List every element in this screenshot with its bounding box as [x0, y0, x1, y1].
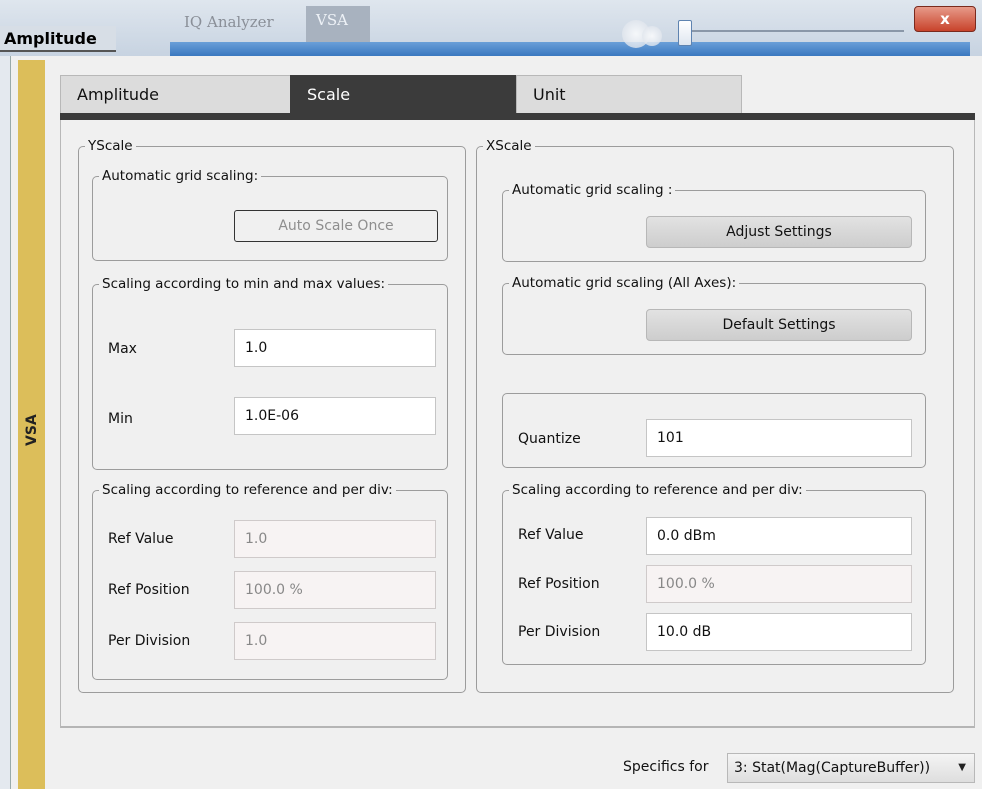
xscale-auto-grid-title: Automatic grid scaling :	[509, 181, 676, 199]
specifics-for-label: Specifics for	[623, 759, 709, 775]
min-label: Min	[108, 411, 133, 427]
default-settings-button[interactable]: Default Settings	[646, 309, 912, 341]
xscale-group-title: XScale	[483, 137, 535, 155]
y-per-division-input[interactable]: 1.0	[234, 622, 436, 660]
window-left-edge	[0, 56, 10, 789]
specifics-dropdown-value: 3: Stat(Mag(CaptureBuffer))	[734, 760, 931, 776]
yscale-minmax-group: Scaling according to min and max values:	[92, 275, 448, 470]
y-ref-value-label: Ref Value	[108, 531, 174, 547]
yscale-refdiv-title: Scaling according to reference and per d…	[99, 481, 396, 499]
x-per-division-label: Per Division	[518, 624, 601, 640]
xscale-refdiv-title: Scaling according to reference and per d…	[509, 481, 806, 499]
min-input[interactable]: 1.0E-06	[234, 397, 436, 435]
adjust-settings-button[interactable]: Adjust Settings	[646, 216, 912, 248]
tab-amplitude[interactable]: Amplitude	[60, 75, 296, 113]
max-input[interactable]: 1.0	[234, 329, 436, 367]
x-ref-value-input[interactable]: 0.0 dBm	[646, 517, 912, 555]
x-per-division-input[interactable]: 10.0 dB	[646, 613, 912, 651]
auto-scale-once-button[interactable]: Auto Scale Once	[234, 210, 438, 242]
dialog-title: Amplitude	[0, 26, 116, 52]
transparency-slider-track[interactable]	[684, 30, 904, 32]
quantize-input[interactable]: 101	[646, 419, 912, 457]
max-label: Max	[108, 341, 137, 357]
transparency-slider-handle[interactable]	[678, 20, 692, 46]
x-ref-value-label: Ref Value	[518, 527, 584, 543]
close-button[interactable]: x	[914, 6, 976, 32]
yscale-auto-grid-title: Automatic grid scaling:	[99, 167, 262, 185]
y-ref-position-label: Ref Position	[108, 582, 190, 598]
title-bar-accent	[170, 42, 970, 56]
y-ref-position-input[interactable]: 100.0 %	[234, 571, 436, 609]
vsa-sidebar-label: VSA	[24, 414, 40, 446]
app-tab-iq-analyzer[interactable]: IQ Analyzer	[178, 8, 280, 36]
y-ref-value-input[interactable]: 1.0	[234, 520, 436, 558]
y-per-division-label: Per Division	[108, 633, 191, 649]
chevron-down-icon: ▼	[958, 762, 966, 773]
app-tab-vsa[interactable]: VSA	[306, 6, 370, 42]
specifics-dropdown[interactable]: 3: Stat(Mag(CaptureBuffer)) ▼	[727, 753, 975, 783]
tab-scale[interactable]: Scale	[290, 75, 516, 113]
quantize-label: Quantize	[518, 431, 581, 447]
xscale-auto-grid-all-title: Automatic grid scaling (All Axes):	[509, 274, 740, 292]
decorative-orb	[642, 26, 662, 46]
tab-underline	[60, 113, 975, 120]
x-ref-position-label: Ref Position	[518, 576, 600, 592]
yscale-minmax-title: Scaling according to min and max values:	[99, 275, 389, 293]
yscale-group-title: YScale	[85, 137, 136, 155]
tab-unit[interactable]: Unit	[516, 75, 742, 113]
x-ref-position-input[interactable]: 100.0 %	[646, 565, 912, 603]
